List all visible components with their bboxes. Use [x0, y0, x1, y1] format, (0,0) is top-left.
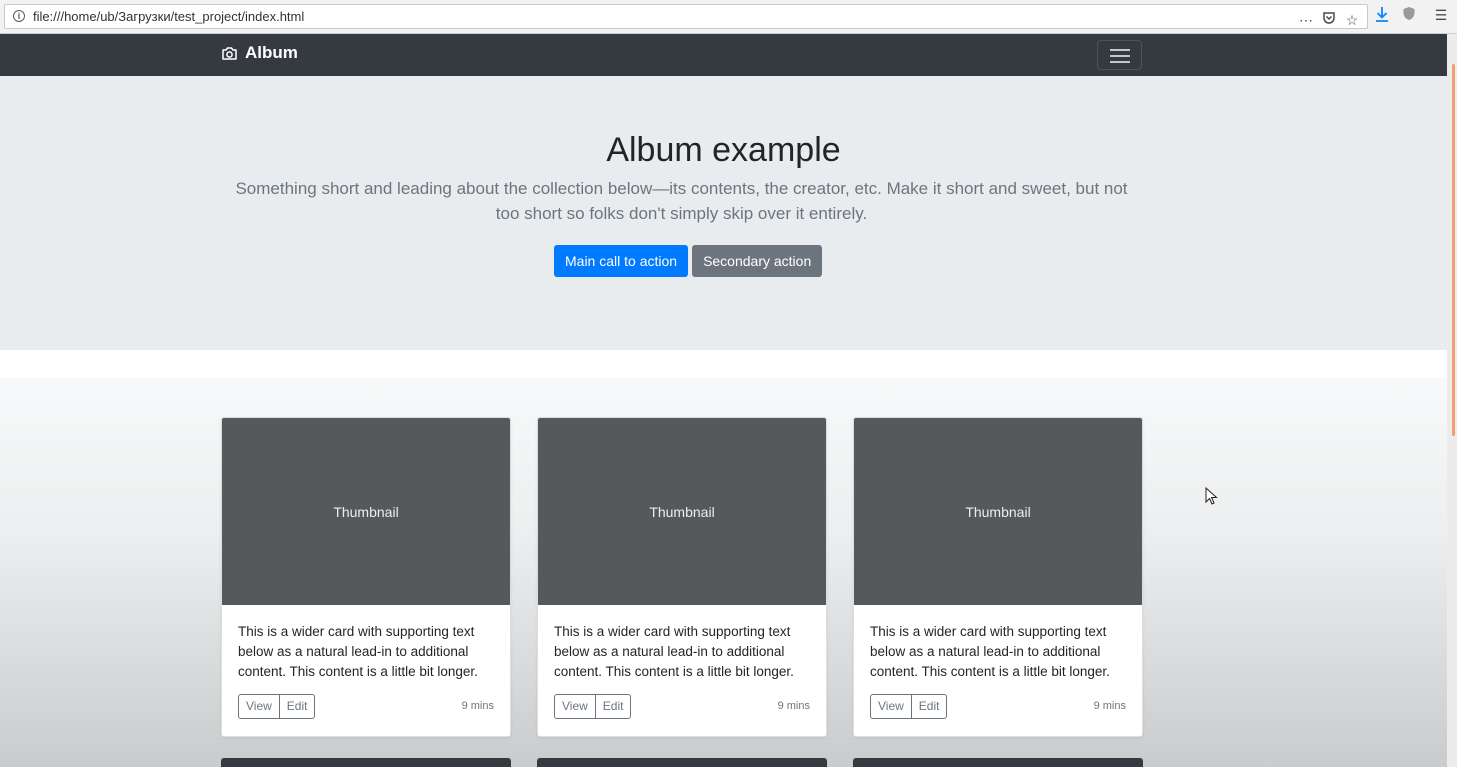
- pocket-icon[interactable]: [1320, 11, 1338, 29]
- album-card: Thumbnail This is a wider card with supp…: [537, 417, 827, 737]
- shield-icon[interactable]: [1400, 6, 1418, 24]
- menu-hamburger-icon[interactable]: ☰: [1432, 6, 1450, 24]
- card-text: This is a wider card with supporting tex…: [870, 624, 1110, 679]
- scrollbar-thumb[interactable]: [1452, 64, 1455, 436]
- url-text[interactable]: file:///home/ub/Загрузки/test_project/in…: [33, 9, 304, 24]
- bookmark-star-icon[interactable]: ☆: [1343, 11, 1361, 29]
- card-thumbnail: Thumbnail: [222, 418, 510, 605]
- album-card-peek: [537, 758, 827, 767]
- album-card-peek: [853, 758, 1143, 767]
- edit-button[interactable]: Edit: [278, 694, 316, 719]
- secondary-action-button[interactable]: Secondary action: [692, 245, 823, 277]
- hero-section: Album example Something short and leadin…: [0, 76, 1447, 350]
- card-time: 9 mins: [461, 700, 494, 712]
- edit-button[interactable]: Edit: [910, 694, 948, 719]
- hero-buttons: Main call to action Secondary action: [554, 245, 823, 277]
- card-text: This is a wider card with supporting tex…: [554, 624, 794, 679]
- camera-icon: [222, 46, 237, 60]
- view-button[interactable]: View: [554, 694, 596, 719]
- view-button[interactable]: View: [238, 694, 280, 719]
- view-button[interactable]: View: [870, 694, 912, 719]
- navbar-brand[interactable]: Album: [221, 43, 298, 63]
- hero-lead: Something short and leading about the co…: [235, 179, 1128, 223]
- toggler-line: [1110, 55, 1130, 57]
- card-time: 9 mins: [777, 700, 810, 712]
- toggler-line: [1110, 49, 1130, 51]
- more-actions-icon[interactable]: ⋯: [1297, 11, 1315, 29]
- card-button-group: View Edit: [870, 694, 948, 719]
- hero-title: Album example: [606, 131, 841, 169]
- download-icon[interactable]: [1373, 6, 1391, 24]
- browser-toolbar: i file:///home/ub/Загрузки/test_project/…: [0, 0, 1457, 34]
- album-card: Thumbnail This is a wider card with supp…: [221, 417, 511, 737]
- album-card-peek: [221, 758, 511, 767]
- card-thumbnail: Thumbnail: [854, 418, 1142, 605]
- card-time: 9 mins: [1093, 700, 1126, 712]
- card-text: This is a wider card with supporting tex…: [238, 624, 478, 679]
- main-call-to-action-button[interactable]: Main call to action: [554, 245, 689, 277]
- card-thumbnail: Thumbnail: [538, 418, 826, 605]
- info-icon[interactable]: i: [13, 10, 25, 22]
- navbar: Album: [0, 34, 1447, 76]
- card-button-group: View Edit: [238, 694, 316, 719]
- mouse-cursor-icon: [1205, 487, 1218, 505]
- toggler-line: [1110, 61, 1130, 63]
- navbar-toggler-button[interactable]: [1097, 40, 1142, 70]
- brand-label: Album: [245, 43, 298, 62]
- url-field[interactable]: i file:///home/ub/Загрузки/test_project/…: [4, 4, 1368, 29]
- album-card: Thumbnail This is a wider card with supp…: [853, 417, 1143, 737]
- card-button-group: View Edit: [554, 694, 632, 719]
- edit-button[interactable]: Edit: [594, 694, 632, 719]
